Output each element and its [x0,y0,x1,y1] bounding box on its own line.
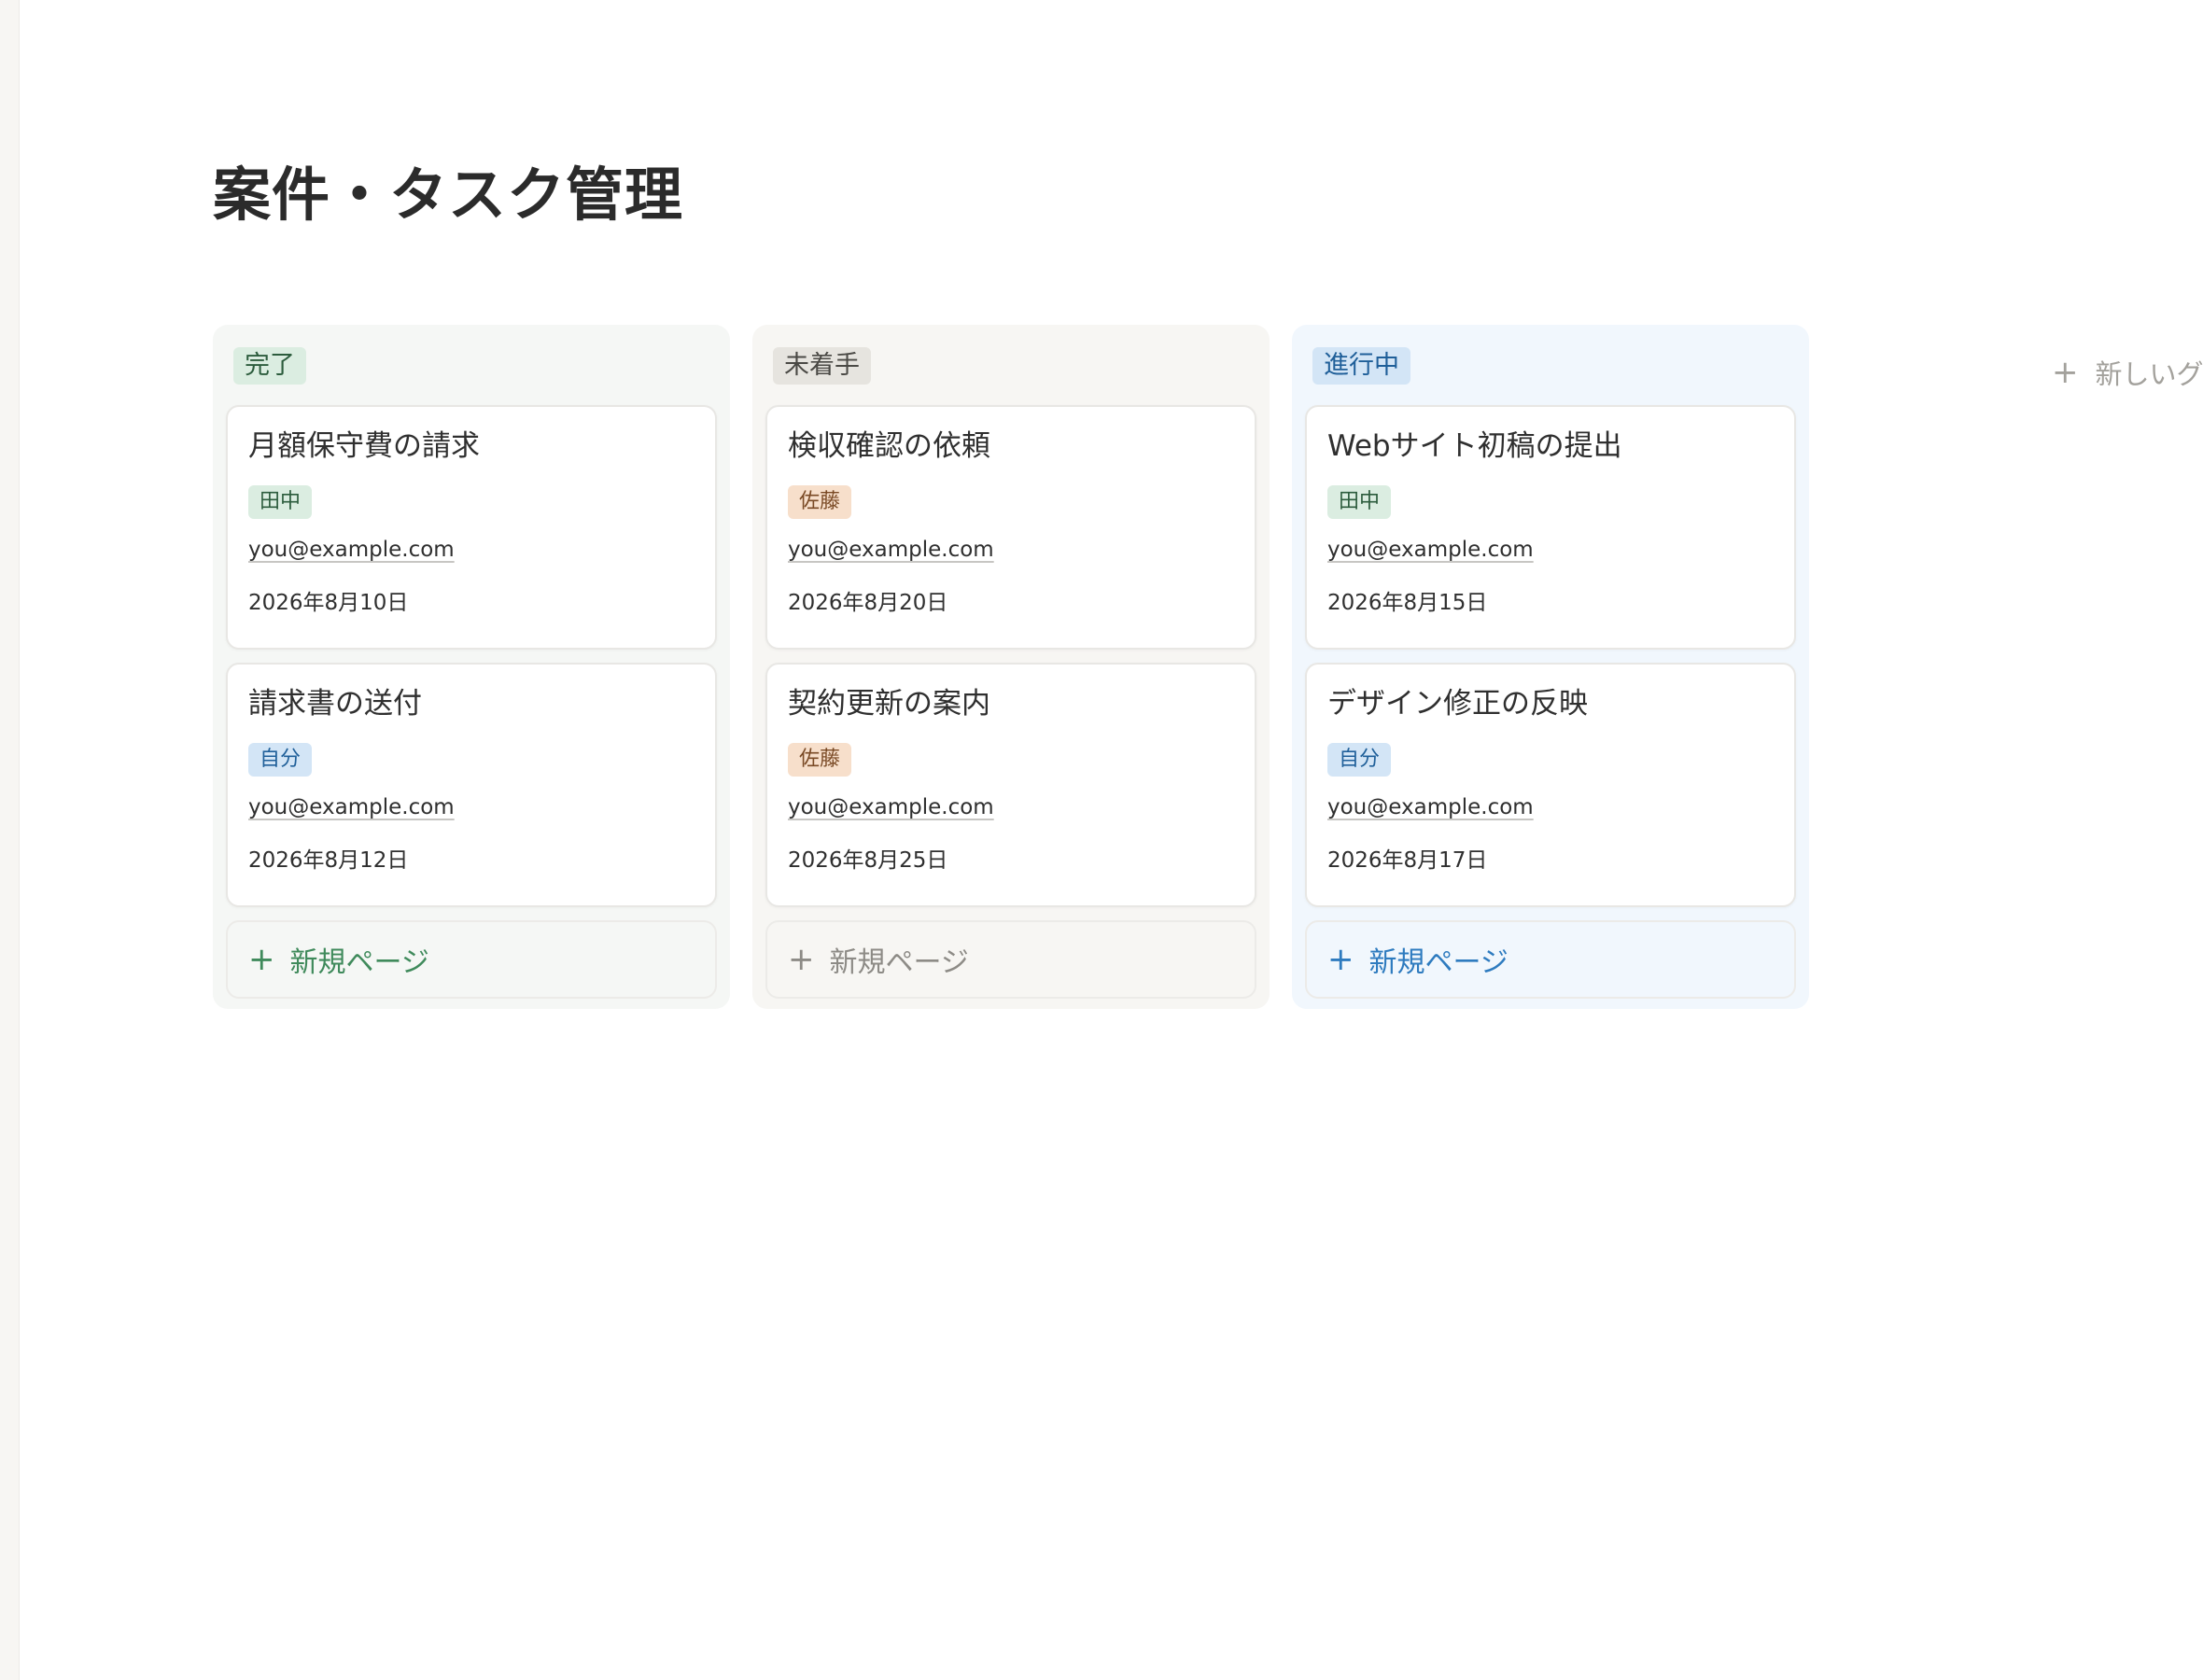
task-card[interactable]: 検収確認の依頼 佐藤 you@example.com 2026年8月20日 [765,405,1256,650]
task-card[interactable]: 請求書の送付 自分 you@example.com 2026年8月12日 [226,663,717,907]
assignee-tag: 自分 [1327,743,1392,777]
page-title: 案件・タスク管理 [213,161,684,229]
card-date: 2026年8月10日 [248,591,409,615]
task-card[interactable]: デザイン修正の反映 自分 you@example.com 2026年8月17日 [1305,663,1796,907]
card-email-link[interactable]: you@example.com [788,538,1234,562]
plus-icon: + [2052,354,2079,391]
page: 案件・タスク管理 完了 月額保守費の請求 田中 you@example.com … [213,0,2203,1680]
task-card[interactable]: Webサイト初稿の提出 田中 you@example.com 2026年8月15… [1305,405,1796,650]
card-title: デザイン修正の反映 [1327,687,1588,721]
task-card[interactable]: 契約更新の案内 佐藤 you@example.com 2026年8月25日 [765,663,1256,907]
group-tag-in-progress[interactable]: 進行中 [1312,347,1410,385]
new-page-button-done[interactable]: + 新規ページ [226,920,717,999]
card-email-link[interactable]: you@example.com [1327,538,1774,562]
assignee-tag: 田中 [248,485,313,519]
card-list: Webサイト初稿の提出 田中 you@example.com 2026年8月15… [1305,405,1796,907]
sidebar-edge [0,0,20,1680]
assignee-tag: 自分 [248,743,313,777]
card-email-link[interactable]: you@example.com [788,795,1234,819]
card-title: 検収確認の依頼 [788,429,990,463]
new-page-label: 新規ページ [289,946,429,979]
card-list: 月額保守費の請求 田中 you@example.com 2026年8月10日 請… [226,405,717,907]
assignee-tag: 佐藤 [788,485,852,519]
board-column-in-progress: 進行中 Webサイト初稿の提出 田中 you@example.com 2026年… [1292,325,1809,1009]
plus-icon: + [788,941,815,978]
card-list: 検収確認の依頼 佐藤 you@example.com 2026年8月20日 契約… [765,405,1256,907]
card-date: 2026年8月17日 [1327,848,1488,873]
plus-icon: + [248,941,275,978]
card-title: 月額保守費の請求 [248,429,480,463]
new-page-label: 新規ページ [1368,946,1508,979]
group-tag-done[interactable]: 完了 [233,347,306,385]
new-group-button[interactable]: + 新しいグループ [2052,353,2203,392]
card-date: 2026年8月12日 [248,848,409,873]
card-date: 2026年8月15日 [1327,591,1488,615]
card-email-link[interactable]: you@example.com [248,795,695,819]
card-date: 2026年8月20日 [788,591,948,615]
task-card[interactable]: 月額保守費の請求 田中 you@example.com 2026年8月10日 [226,405,717,650]
assignee-tag: 佐藤 [788,743,852,777]
board-column-todo: 未着手 検収確認の依頼 佐藤 you@example.com 2026年8月20… [752,325,1270,1009]
card-email-link[interactable]: you@example.com [248,538,695,562]
card-title: Webサイト初稿の提出 [1327,429,1622,463]
new-page-button-in-progress[interactable]: + 新規ページ [1305,920,1796,999]
board-column-done: 完了 月額保守費の請求 田中 you@example.com 2026年8月10… [213,325,730,1009]
card-title: 請求書の送付 [248,687,422,721]
card-date: 2026年8月25日 [788,848,948,873]
new-page-label: 新規ページ [829,946,969,979]
group-tag-todo[interactable]: 未着手 [773,347,871,385]
plus-icon: + [1327,941,1354,978]
kanban-board: 完了 月額保守費の請求 田中 you@example.com 2026年8月10… [213,325,1809,1009]
card-title: 契約更新の案内 [788,687,990,721]
assignee-tag: 田中 [1327,485,1392,519]
new-group-label: 新しいグループ [2095,358,2203,390]
card-email-link[interactable]: you@example.com [1327,795,1774,819]
new-page-button-todo[interactable]: + 新規ページ [765,920,1256,999]
